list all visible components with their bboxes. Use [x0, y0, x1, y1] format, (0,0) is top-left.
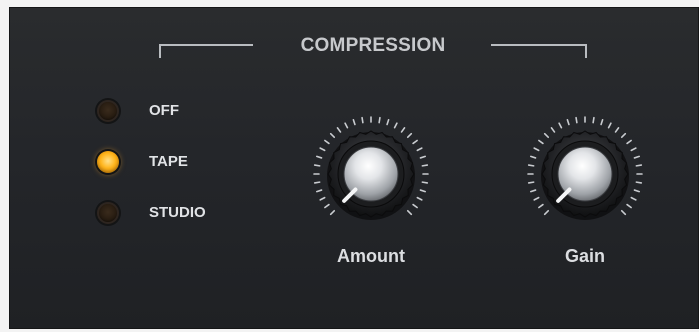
- knob-tick: [575, 116, 578, 124]
- knob-tick: [393, 122, 398, 129]
- gain-knob-unit: Gain: [515, 114, 655, 274]
- knob-tick: [315, 189, 323, 193]
- knob-tick: [329, 209, 336, 216]
- knob-tick: [592, 116, 595, 124]
- knob-tick: [527, 181, 535, 184]
- bracket-right-line: [491, 44, 587, 46]
- knob-tick: [329, 132, 336, 139]
- knob-tick: [378, 116, 381, 124]
- mode-off-led-icon[interactable]: [97, 100, 119, 122]
- knob-tick: [412, 203, 418, 209]
- knob-tick: [600, 118, 604, 126]
- bracket-right-tick: [585, 44, 587, 58]
- section-title: COMPRESSION: [300, 35, 446, 56]
- knob-tick: [344, 122, 349, 129]
- knob-tick: [533, 147, 540, 152]
- knob-tick: [324, 203, 330, 209]
- knob-tick: [630, 196, 637, 201]
- compression-panel: COMPRESSION OFF TAPE STUDIO Amount Gain: [9, 7, 699, 329]
- knob-tick: [386, 118, 390, 126]
- knob-tick: [527, 164, 535, 167]
- mode-studio-led-icon[interactable]: [97, 202, 119, 224]
- knob-tick: [630, 147, 637, 152]
- knob-tick: [319, 147, 326, 152]
- knob-tick: [406, 209, 413, 216]
- knob-tick: [315, 155, 323, 159]
- knob-tick: [635, 181, 643, 184]
- mode-selector: OFF TAPE STUDIO: [97, 99, 257, 229]
- knob-tick: [412, 139, 418, 145]
- knob-tick: [406, 132, 413, 139]
- knob-tick: [529, 155, 537, 159]
- knob-tick: [319, 196, 326, 201]
- knob-tick: [313, 164, 321, 167]
- knob-tick: [533, 196, 540, 201]
- knob-tick: [419, 155, 427, 159]
- knob-tick: [416, 196, 423, 201]
- knob-tick: [620, 209, 627, 216]
- knob-tick: [400, 127, 406, 133]
- knob-tick: [566, 118, 570, 126]
- knob-tick: [558, 122, 563, 129]
- mode-tape-label: TAPE: [149, 153, 188, 170]
- mode-off-label: OFF: [149, 102, 179, 119]
- knob-tick: [529, 189, 537, 193]
- knob-tick: [543, 209, 550, 216]
- knob-tick: [538, 203, 544, 209]
- knob-tick: [313, 181, 321, 184]
- gain-knob-label: Gain: [564, 246, 605, 266]
- mode-option-tape[interactable]: TAPE: [97, 150, 257, 174]
- mode-studio-label: STUDIO: [149, 204, 206, 221]
- mode-option-studio[interactable]: STUDIO: [97, 201, 257, 225]
- knob-tick: [614, 127, 620, 133]
- amount-knob-icon[interactable]: [311, 114, 431, 234]
- amount-knob-label: Amount: [337, 246, 405, 266]
- amount-knob[interactable]: [301, 114, 441, 234]
- knob-tick: [324, 139, 330, 145]
- knob-tick: [416, 147, 423, 152]
- knob-tick: [607, 122, 612, 129]
- knob-tick: [626, 203, 632, 209]
- knob-tick: [633, 155, 641, 159]
- knob-tick: [620, 132, 627, 139]
- section-header: COMPRESSION: [9, 7, 699, 67]
- bracket-left-tick: [159, 44, 161, 58]
- knob-tick: [550, 127, 556, 133]
- gain-knob-icon[interactable]: [525, 114, 645, 234]
- knob-tick: [633, 189, 641, 193]
- gain-knob[interactable]: [515, 114, 655, 234]
- knob-tick: [421, 181, 429, 184]
- knob-tick: [543, 132, 550, 139]
- knob-tick: [626, 139, 632, 145]
- knob-tick: [635, 164, 643, 167]
- mode-tape-led-icon[interactable]: [97, 151, 119, 173]
- knob-tick: [419, 189, 427, 193]
- knob-tick: [361, 116, 364, 124]
- knob-tick: [538, 139, 544, 145]
- mode-option-off[interactable]: OFF: [97, 99, 257, 123]
- knob-tick: [352, 118, 356, 126]
- bracket-left-line: [159, 44, 253, 46]
- knob-tick: [421, 164, 429, 167]
- knob-tick: [336, 127, 342, 133]
- amount-knob-unit: Amount: [301, 114, 441, 274]
